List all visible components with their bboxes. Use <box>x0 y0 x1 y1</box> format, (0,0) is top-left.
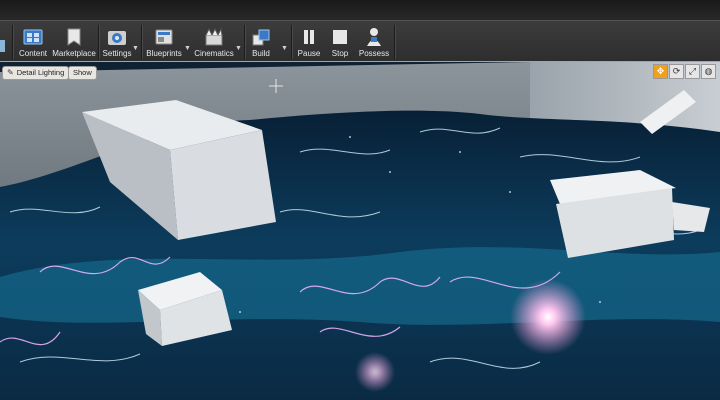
show-dropdown[interactable]: Show <box>68 66 97 80</box>
build-icon <box>250 27 272 47</box>
title-bar <box>0 0 720 22</box>
light-flare-small <box>355 352 395 392</box>
blueprints-icon <box>153 27 175 47</box>
pause-icon <box>298 27 320 47</box>
cinematics-icon <box>203 27 225 47</box>
scale-icon[interactable]: ⤢ <box>685 64 700 79</box>
toolbar-divider <box>12 25 14 59</box>
transform-tools: ✥ ⟳ ⤢ ◍ <box>653 64 716 80</box>
marketplace-icon <box>63 27 85 47</box>
toolbar-divider <box>141 25 143 59</box>
settings-icon <box>106 27 128 47</box>
possess-button[interactable]: Possess <box>356 21 392 61</box>
rotate-icon[interactable]: ⟳ <box>669 64 684 79</box>
stop-button[interactable]: Stop <box>326 21 354 61</box>
light-flare <box>510 279 586 355</box>
level-viewport[interactable]: ✎ Detail Lighting Show ✥ ⟳ ⤢ ◍ <box>0 62 720 400</box>
pause-button[interactable]: Pause <box>294 21 324 61</box>
blueprints-dropdown-caret[interactable]: ▼ <box>184 45 191 52</box>
view-mode-dropdown[interactable]: ✎ Detail Lighting <box>2 66 70 80</box>
viewport-scene <box>0 62 720 400</box>
move-icon[interactable]: ✥ <box>653 64 668 79</box>
world-local-icon[interactable]: ◍ <box>701 64 716 79</box>
toolbar-partial-item[interactable] <box>0 21 10 61</box>
toolbar-divider <box>244 25 246 59</box>
marketplace-button[interactable]: Marketplace <box>52 21 96 61</box>
build-button[interactable]: Build <box>248 21 274 61</box>
toolbar-divider <box>291 25 293 59</box>
crosshair-icon <box>269 79 283 93</box>
content-browser-icon <box>22 27 44 47</box>
settings-button[interactable]: Settings <box>100 21 134 61</box>
content-button[interactable]: Content <box>16 21 50 61</box>
settings-dropdown-caret[interactable]: ▼ <box>132 45 139 52</box>
main-toolbar: Content Marketplace Settings ▼ Blueprint… <box>0 20 720 63</box>
pencil-icon: ✎ <box>7 68 14 77</box>
build-dropdown-caret[interactable]: ▼ <box>281 45 288 52</box>
toolbar-divider <box>394 25 396 59</box>
cinematics-dropdown-caret[interactable]: ▼ <box>235 45 242 52</box>
possess-icon <box>363 27 385 47</box>
stop-icon <box>329 27 351 47</box>
cinematics-button[interactable]: Cinematics <box>193 21 235 61</box>
blueprints-button[interactable]: Blueprints <box>144 21 184 61</box>
